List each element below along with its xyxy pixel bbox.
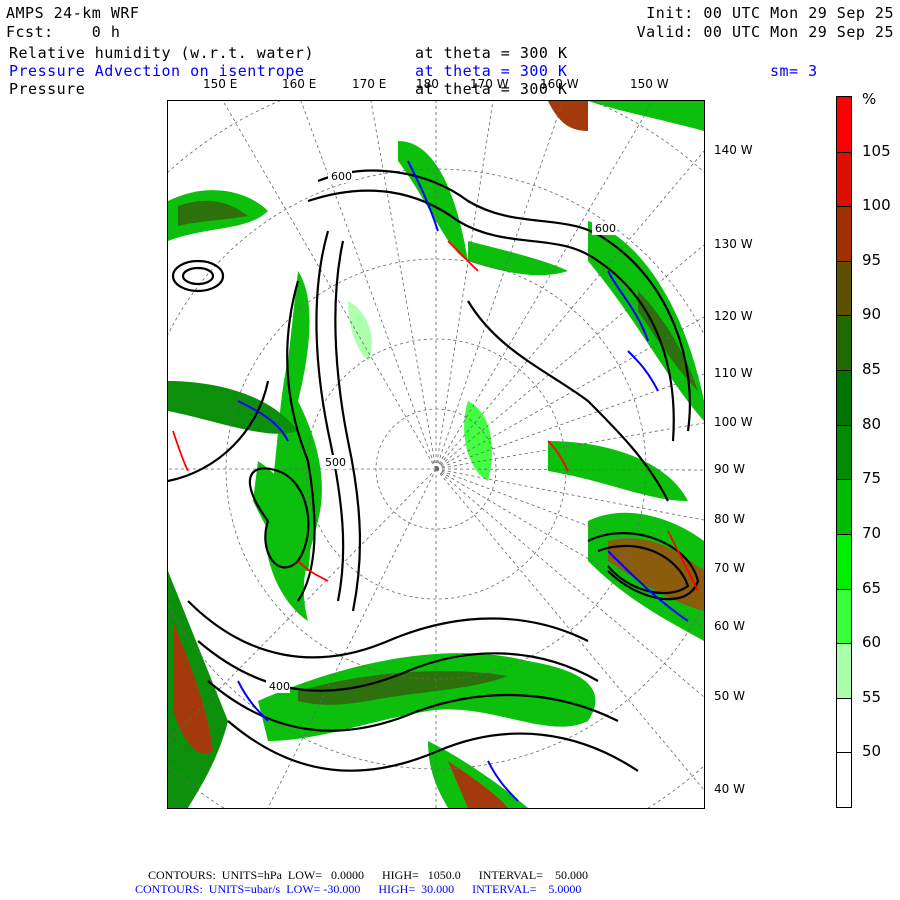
colorbar-segment xyxy=(837,151,851,207)
colorbar-segment xyxy=(837,643,851,698)
top-longitude-label: 160 E xyxy=(282,77,317,91)
top-longitude-label: 160 W xyxy=(540,77,579,91)
colorbar xyxy=(836,96,852,808)
colorbar-segment xyxy=(837,315,851,371)
right-longitude-label: 120 W xyxy=(714,309,753,323)
field-pressure-name: Pressure xyxy=(9,80,86,98)
field-padv-name: Pressure Advection on isentrope xyxy=(9,62,305,80)
contour-label: 600 xyxy=(331,170,352,183)
top-longitude-label: 180 xyxy=(416,77,439,91)
top-longitude-label: 150 W xyxy=(630,77,669,91)
contour-label: 400 xyxy=(269,680,290,693)
right-longitude-label: 80 W xyxy=(714,512,745,526)
right-longitude-label: 110 W xyxy=(714,366,753,380)
right-longitude-label: 50 W xyxy=(714,689,745,703)
footer-pressure-contours: CONTOURS: UNITS=hPa LOW= 0.0000 HIGH= 10… xyxy=(148,868,589,882)
field-rh-level: at theta = 300 K xyxy=(415,44,568,62)
colorbar-segment xyxy=(837,370,851,425)
colorbar-segment xyxy=(837,206,851,261)
right-longitude-label: 70 W xyxy=(714,561,745,575)
contour-label: 600 xyxy=(595,222,616,235)
footer-advection-contours: CONTOURS: UNITS=ubar/s LOW= -30.000 HIGH… xyxy=(135,882,582,896)
colorbar-label: 85 xyxy=(862,360,882,379)
colorbar-label: 100 xyxy=(862,196,891,215)
top-longitude-label: 150 E xyxy=(203,77,238,91)
colorbar-label: 105 xyxy=(862,141,891,160)
right-longitude-label: 130 W xyxy=(714,237,753,251)
colorbar-segment xyxy=(837,752,851,807)
colorbar-segment xyxy=(837,588,851,644)
forecast-hour: Fcst: 0 h xyxy=(6,23,121,41)
right-longitude-label: 60 W xyxy=(714,619,745,633)
right-longitude-label: 140 W xyxy=(714,143,753,157)
colorbar-segment xyxy=(837,424,851,480)
weather-map[interactable]: 600 600 500 400 xyxy=(35,68,837,870)
smoothing-label: sm= 3 xyxy=(770,62,818,80)
model-title: AMPS 24-km WRF xyxy=(6,4,140,22)
right-longitude-label: 40 W xyxy=(714,782,745,796)
right-longitude-label: 100 W xyxy=(714,415,753,429)
colorbar-label: 80 xyxy=(862,414,882,433)
colorbar-segment xyxy=(837,260,851,316)
colorbar-label: 95 xyxy=(862,250,882,269)
colorbar-label: 70 xyxy=(862,523,882,542)
colorbar-segment xyxy=(837,697,851,753)
colorbar-segment xyxy=(837,479,851,534)
map-canvas: 600 600 500 400 xyxy=(35,68,837,870)
colorbar-label: 75 xyxy=(862,469,882,488)
contour-label: 500 xyxy=(325,456,346,469)
contour-labels: 600 600 500 400 xyxy=(266,169,616,693)
colorbar-segment xyxy=(837,533,851,589)
top-longitude-label: 170 E xyxy=(352,77,387,91)
colorbar-label: 65 xyxy=(862,578,882,597)
right-longitude-label: 90 W xyxy=(714,462,745,476)
top-longitude-label: 170 W xyxy=(470,77,509,91)
colorbar-label: 60 xyxy=(862,633,882,652)
init-time: Init: 00 UTC Mon 29 Sep 25 xyxy=(646,4,894,22)
colorbar-unit: % xyxy=(862,90,877,108)
valid-time: Valid: 00 UTC Mon 29 Sep 25 xyxy=(636,23,894,41)
colorbar-segment xyxy=(837,97,851,152)
colorbar-label: 50 xyxy=(862,742,882,761)
colorbar-label: 55 xyxy=(862,687,882,706)
field-rh-name: Relative humidity (w.r.t. water) xyxy=(9,44,314,62)
colorbar-label: 90 xyxy=(862,305,882,324)
